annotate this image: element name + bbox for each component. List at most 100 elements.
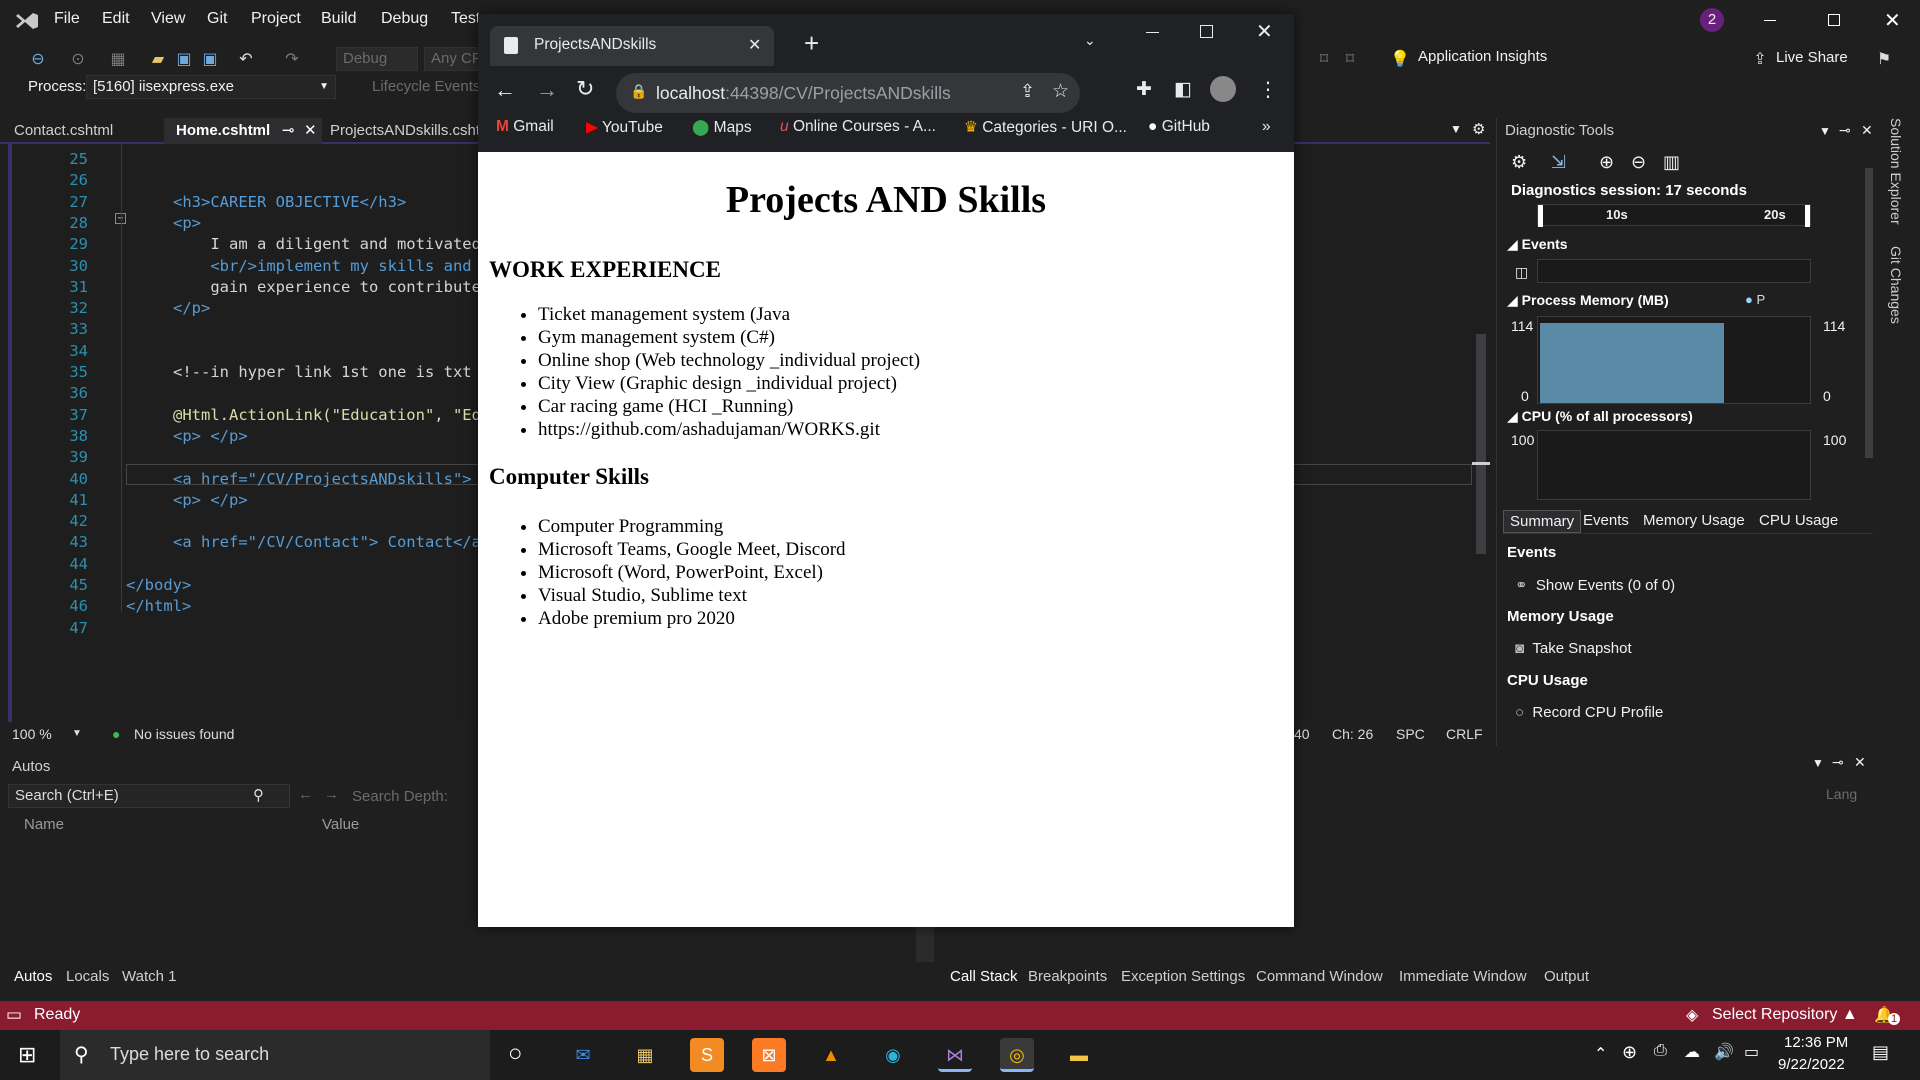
pin-icon[interactable]: ⊸ [282,118,295,144]
process-dropdown[interactable]: [5160] iisexpress.exe ▼ [86,75,336,99]
onedrive-icon[interactable]: ☁ [1684,1042,1700,1062]
share-icon[interactable]: ⇪ [1020,81,1035,102]
bookmark-icon[interactable]: ⌑ [1314,50,1334,70]
tab-cpu-usage[interactable]: CPU Usage [1759,512,1838,529]
live-share-button[interactable]: Live Share [1776,49,1848,66]
tab-search-icon[interactable]: ⌄ [1084,32,1096,49]
address-bar[interactable]: 🔒 localhost:44398/CV/ProjectsANDskills ⇪… [616,73,1080,113]
events-track[interactable] [1537,259,1811,283]
profile-avatar[interactable] [1210,76,1236,102]
panel-pin-icon[interactable]: ⊸ [1832,754,1844,771]
export-icon[interactable]: ⇲ [1551,152,1566,173]
bookmarks-overflow-icon[interactable]: » [1262,118,1271,136]
notification-badge[interactable]: 2 [1700,8,1724,32]
bookmark-online-courses[interactable]: u Online Courses - A... [780,118,936,136]
panel-dropdown-icon[interactable]: ▼ [1812,756,1824,770]
bookmark-youtube[interactable]: ▶ YouTube [586,118,663,137]
issues-status[interactable]: No issues found [134,722,234,746]
zoom-out-icon[interactable]: ⊖ [1631,152,1646,173]
browser-tab[interactable]: ProjectsANDskills ✕ [490,26,774,66]
zoom-level[interactable]: 100 % [12,722,52,746]
menu-view[interactable]: View [151,10,185,28]
tab-immediate-window[interactable]: Immediate Window [1399,968,1527,985]
autos-scrollbar[interactable] [916,922,934,962]
search-icon[interactable]: ⚲ [253,785,264,807]
timeline-end-handle[interactable] [1805,205,1810,227]
reload-icon[interactable]: ↻ [576,76,594,102]
tab-contact[interactable]: Contact.cshtml [2,118,125,144]
menu-build[interactable]: Build [321,10,357,28]
tab-events[interactable]: Events [1583,512,1629,529]
editor-vscrollbar[interactable] [1472,144,1490,722]
menu-file[interactable]: File [54,10,80,28]
tab-close-icon[interactable]: ✕ [304,118,317,144]
panel-pin-icon[interactable]: ⊸ [1839,122,1851,139]
clock-date[interactable]: 9/22/2022 [1778,1056,1845,1073]
tab-home[interactable]: Home.cshtml ⊸ ✕ [164,118,322,144]
network-globe-icon[interactable]: ⊕ [1622,1042,1637,1063]
scroll-thumb[interactable] [1865,168,1873,458]
feedback-icon[interactable]: ⚑ [1874,50,1894,70]
open-icon[interactable]: ▰ [148,50,168,70]
config-dropdown[interactable]: Debug [336,47,418,71]
tab-overflow-icon[interactable]: ▼ [1450,122,1462,136]
sublime-app-icon[interactable]: S [690,1038,724,1072]
memory-graph[interactable] [1537,316,1811,404]
events-filter-icon[interactable]: ◫ [1515,264,1528,281]
column-header-name[interactable]: Name [24,816,64,833]
whitespace-status[interactable]: SPC [1396,722,1425,746]
xampp-app-icon[interactable]: ⊠ [752,1038,786,1072]
app-insights-label[interactable]: Application Insights [1418,48,1547,65]
side-panel-icon[interactable]: ◧ [1174,78,1192,101]
mail-app-icon[interactable]: ✉ [566,1038,600,1072]
cpu-graph[interactable] [1537,430,1811,500]
panel-dropdown-icon[interactable]: ▼ [1819,124,1831,138]
tab-autos[interactable]: Autos [14,968,52,985]
vlc-app-icon[interactable]: ▲ [814,1038,848,1072]
chevron-down-icon[interactable]: ▼ [72,722,82,746]
menu-edit[interactable]: Edit [102,10,130,28]
cortana-icon[interactable]: ○ [508,1040,523,1068]
clock-time[interactable]: 12:36 PM [1784,1034,1848,1051]
bookmark-next-icon[interactable]: ⌑ [1340,50,1360,70]
record-cpu-link[interactable]: ○ Record CPU Profile [1515,704,1663,721]
menu-project[interactable]: Project [251,10,301,28]
forward-arrow-icon[interactable]: → [324,786,339,803]
star-icon[interactable]: ☆ [1052,80,1069,103]
redo-icon[interactable]: ↷ [282,50,302,70]
back-nav-icon[interactable]: ⊖ [28,50,48,70]
extensions-icon[interactable]: ✚ [1136,78,1152,101]
tab-breakpoints[interactable]: Breakpoints [1028,968,1107,985]
select-repository-button[interactable]: Select Repository ▲ [1712,1006,1858,1024]
lifecycle-events-label[interactable]: Lifecycle Events [372,78,480,95]
tab-memory-usage[interactable]: Memory Usage [1643,512,1745,529]
new-item-icon[interactable]: ▦ [108,50,128,70]
new-tab-icon[interactable]: + [804,28,819,59]
back-arrow-icon[interactable]: ← [298,786,313,803]
battery-icon[interactable]: ▭ [1744,1042,1759,1062]
volume-icon[interactable]: 🔊 [1714,1042,1734,1062]
store-app-icon[interactable]: ▦ [628,1038,662,1072]
bookmark-gmail[interactable]: M Gmail [496,118,554,136]
settings-gear-icon[interactable]: ⚙ [1472,120,1485,138]
diag-vscrollbar[interactable] [1863,148,1875,498]
autos-search-input[interactable]: Search (Ctrl+E) ⚲ [8,784,290,808]
bookmark-github[interactable]: ● GitHub [1148,118,1210,136]
tray-chevron-up-icon[interactable]: ⌃ [1594,1044,1607,1064]
show-events-link[interactable]: ⚭ Show Events (0 of 0) [1515,576,1675,594]
column-header-value[interactable]: Value [322,816,359,833]
browser-tab-close-icon[interactable]: ✕ [748,35,761,55]
file-explorer-app-icon[interactable]: ▬ [1062,1038,1096,1072]
cpu-track-label[interactable]: ◢ CPU (% of all processors) [1507,408,1693,425]
visual-studio-app-icon[interactable]: ⋈ [938,1038,972,1072]
browser-close-icon[interactable]: ✕ [1256,19,1273,44]
panel-close-icon[interactable]: ✕ [1861,122,1873,139]
action-center-icon[interactable]: ▤ [1872,1042,1889,1063]
tab-call-stack[interactable]: Call Stack [950,968,1018,985]
bookmark-maps[interactable]: ⬤ Maps [692,118,752,137]
tab-exception-settings[interactable]: Exception Settings [1121,968,1245,985]
tab-summary[interactable]: Summary [1503,510,1582,533]
restore-icon[interactable] [1828,14,1840,26]
tab-command-window[interactable]: Command Window [1256,968,1383,985]
output-icon[interactable]: ▭ [6,1005,22,1025]
